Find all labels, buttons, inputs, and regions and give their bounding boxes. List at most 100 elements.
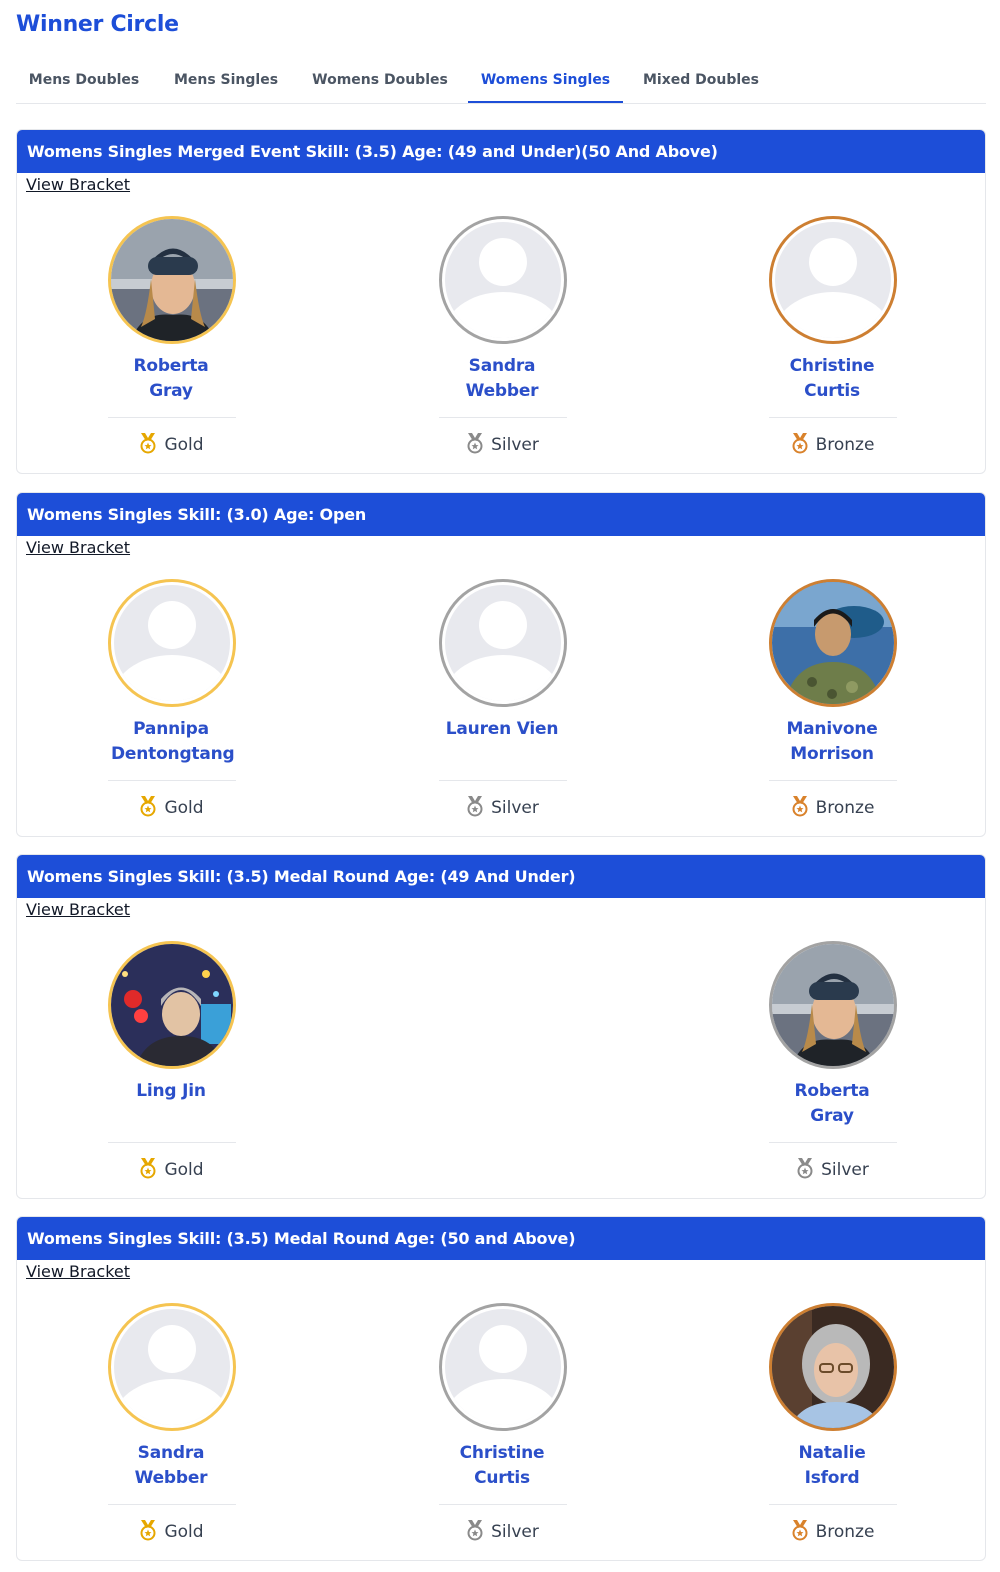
winner-silver: Lauren Vien Silver: [402, 579, 602, 829]
tab-womens-doubles[interactable]: Womens Doubles: [300, 58, 460, 103]
winner-gold: Pannipa Dentongtang Gold: [71, 579, 271, 829]
event-title: Womens Singles Skill: (3.5) Medal Round …: [17, 1217, 985, 1260]
medal-label: Bronze: [732, 1519, 932, 1542]
winner-silver: Sandra Webber Silver: [402, 216, 602, 466]
player-name[interactable]: Roberta Gray: [732, 1079, 932, 1129]
medal-label: Silver: [402, 1519, 602, 1542]
avatar[interactable]: [108, 941, 236, 1069]
divider: [108, 780, 236, 781]
player-name[interactable]: Christine Curtis: [732, 354, 932, 404]
view-bracket-link[interactable]: View Bracket: [26, 900, 130, 919]
divider: [439, 780, 567, 781]
player-name[interactable]: Pannipa Dentongtang: [71, 717, 271, 767]
winner-gold: Ling Jin Gold: [71, 941, 271, 1191]
divider: [439, 1504, 567, 1505]
page-title: Winner Circle: [16, 12, 179, 37]
default-avatar-icon: [114, 585, 230, 701]
avatar[interactable]: [108, 1303, 236, 1431]
player-name[interactable]: Manivone Morrison: [732, 717, 932, 767]
view-bracket-link[interactable]: View Bracket: [26, 538, 130, 557]
divider: [108, 1142, 236, 1143]
player-name[interactable]: Natalie Isford: [732, 1441, 932, 1491]
tab-mens-singles[interactable]: Mens Singles: [158, 58, 294, 103]
default-avatar-icon: [445, 222, 561, 338]
medal-label: Gold: [71, 1157, 271, 1180]
avatar[interactable]: [769, 1303, 897, 1431]
avatar[interactable]: [439, 579, 567, 707]
winner-gold: Roberta Gray Gold: [71, 216, 271, 466]
silver-medal-icon: [465, 795, 485, 817]
winner-silver: Christine Curtis Silver: [402, 1303, 602, 1553]
medal-label: Bronze: [732, 795, 932, 818]
medal-text: Silver: [821, 1160, 869, 1180]
player-photo: [111, 219, 233, 341]
winner-gold: Sandra Webber Gold: [71, 1303, 271, 1553]
bronze-medal-icon: [790, 1519, 810, 1541]
winner-bronze: Manivone Morrison Bronze: [732, 579, 932, 829]
bronze-medal-icon: [790, 795, 810, 817]
player-name[interactable]: Christine Curtis: [402, 1441, 602, 1491]
medal-label: Bronze: [732, 432, 932, 455]
divider: [769, 780, 897, 781]
event-title: Womens Singles Skill: (3.0) Age: Open: [17, 493, 985, 536]
tab-mens-doubles[interactable]: Mens Doubles: [16, 58, 152, 103]
gold-medal-icon: [138, 1157, 158, 1179]
player-name[interactable]: Ling Jin: [71, 1079, 271, 1104]
event-title: Womens Singles Skill: (3.5) Medal Round …: [17, 855, 985, 898]
event-title: Womens Singles Merged Event Skill: (3.5)…: [17, 130, 985, 173]
player-name[interactable]: Lauren Vien: [402, 717, 602, 742]
player-photo: [111, 944, 233, 1066]
silver-medal-icon: [465, 1519, 485, 1541]
medal-label: Gold: [71, 432, 271, 455]
medal-text: Gold: [164, 798, 204, 818]
default-avatar-icon: [445, 585, 561, 701]
event-card: Womens Singles Skill: (3.0) Age: Open Vi…: [16, 492, 986, 837]
avatar[interactable]: [439, 216, 567, 344]
medal-text: Silver: [491, 435, 539, 455]
event-card: Womens Singles Skill: (3.5) Medal Round …: [16, 854, 986, 1199]
medal-text: Bronze: [815, 1522, 875, 1542]
medal-label: Silver: [402, 795, 602, 818]
avatar[interactable]: [769, 216, 897, 344]
divider: [108, 417, 236, 418]
default-avatar-icon: [114, 1309, 230, 1425]
medal-text: Gold: [164, 435, 204, 455]
medal-text: Gold: [164, 1160, 204, 1180]
gold-medal-icon: [138, 1519, 158, 1541]
event-card: Womens Singles Merged Event Skill: (3.5)…: [16, 129, 986, 474]
divider: [769, 1504, 897, 1505]
gold-medal-icon: [138, 432, 158, 454]
avatar[interactable]: [108, 579, 236, 707]
view-bracket-link[interactable]: View Bracket: [26, 1262, 130, 1281]
player-name[interactable]: Roberta Gray: [71, 354, 271, 404]
avatar[interactable]: [108, 216, 236, 344]
default-avatar-icon: [445, 1309, 561, 1425]
avatar[interactable]: [769, 579, 897, 707]
player-name[interactable]: Sandra Webber: [402, 354, 602, 404]
player-photo: [772, 582, 894, 704]
medal-label: Silver: [402, 432, 602, 455]
divider: [108, 1504, 236, 1505]
player-photo: [772, 944, 894, 1066]
avatar[interactable]: [769, 941, 897, 1069]
divider: [439, 417, 567, 418]
event-card: Womens Singles Skill: (3.5) Medal Round …: [16, 1216, 986, 1561]
silver-medal-icon: [795, 1157, 815, 1179]
medal-text: Silver: [491, 1522, 539, 1542]
medal-text: Gold: [164, 1522, 204, 1542]
silver-medal-icon: [465, 432, 485, 454]
avatar[interactable]: [439, 1303, 567, 1431]
medal-label: Gold: [71, 795, 271, 818]
view-bracket-link[interactable]: View Bracket: [26, 175, 130, 194]
tab-mixed-doubles[interactable]: Mixed Doubles: [631, 58, 771, 103]
divider: [769, 417, 897, 418]
gold-medal-icon: [138, 795, 158, 817]
medal-text: Bronze: [815, 435, 875, 455]
tab-womens-singles[interactable]: Womens Singles: [468, 58, 623, 103]
divider: [769, 1142, 897, 1143]
player-photo: [772, 1306, 894, 1428]
winner-silver: Roberta Gray Silver: [732, 941, 932, 1191]
player-name[interactable]: Sandra Webber: [71, 1441, 271, 1491]
medal-label: Gold: [71, 1519, 271, 1542]
medal-text: Silver: [491, 798, 539, 818]
